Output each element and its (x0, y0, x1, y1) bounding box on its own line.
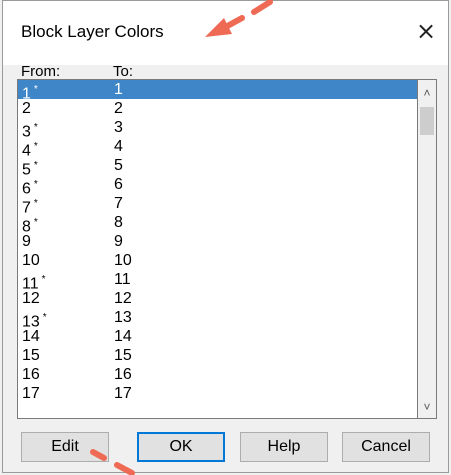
from-value: 12 (22, 289, 40, 308)
to-value: 2 (114, 100, 123, 117)
modified-marker: * (33, 198, 38, 209)
list-item[interactable]: 11 * 11 (18, 270, 417, 292)
modified-marker: * (33, 84, 38, 95)
from-number: 2 (22, 100, 31, 117)
from-column-header: From: (21, 63, 61, 80)
to-value: 5 (114, 157, 123, 174)
to-value: 11 (114, 271, 131, 288)
vertical-scrollbar[interactable]: ˄ ˅ (418, 79, 437, 419)
modified-marker: * (33, 141, 38, 152)
modified-marker: * (33, 122, 38, 133)
from-value: 14 (22, 327, 40, 346)
help-button[interactable]: Help (240, 432, 328, 462)
to-value: 1 (114, 81, 123, 98)
modified-marker: * (41, 274, 46, 285)
list-item[interactable]: 22 (18, 99, 417, 118)
to-value: 14 (114, 328, 132, 345)
list-item[interactable]: 8 * 8 (18, 213, 417, 235)
list-item[interactable]: 99 (18, 232, 417, 251)
close-icon[interactable]: × (412, 17, 440, 45)
list-item[interactable]: 6 * 6 (18, 175, 417, 197)
from-value: 15 (22, 346, 40, 365)
list-item[interactable]: 1 * 1 (18, 80, 417, 102)
from-value: 10 (22, 251, 40, 270)
layer-color-list[interactable]: 1 * 1 2 2 3 * 3 4 * 4 5 * 5 6 * 6 7 * 7 8 * 8 9 9 10 10 11 * 11 12 12 13… (17, 79, 418, 419)
to-value: 10 (114, 252, 132, 269)
from-number: 17 (22, 385, 40, 402)
list-item[interactable]: 15 15 (18, 346, 417, 365)
list-item[interactable]: 3 * 3 (18, 118, 417, 140)
modified-marker: * (33, 160, 38, 171)
to-value: 9 (114, 233, 123, 250)
to-value: 3 (114, 119, 123, 136)
list-item[interactable]: 5 * 5 (18, 156, 417, 178)
to-column-header: To: (113, 63, 134, 80)
list-item[interactable]: 13 * 13 (18, 308, 417, 330)
cancel-button[interactable]: Cancel (342, 432, 430, 462)
from-value: 2 (22, 99, 31, 118)
from-number: 9 (22, 233, 31, 250)
modified-marker: * (33, 217, 38, 228)
list-item[interactable]: 10 10 (18, 251, 417, 270)
list-item[interactable]: 4 * 4 (18, 137, 417, 159)
dialog-title: Block Layer Colors (21, 22, 164, 41)
scroll-down-icon[interactable]: ˅ (418, 398, 436, 416)
to-value: 12 (114, 290, 132, 307)
from-value: 16 (22, 365, 40, 384)
list-item[interactable]: 16 16 (18, 365, 417, 384)
from-number: 14 (22, 328, 40, 345)
from-number: 15 (22, 347, 40, 364)
scroll-up-icon[interactable]: ˄ (418, 84, 436, 102)
from-number: 10 (22, 252, 40, 269)
from-value: 9 (22, 232, 31, 251)
from-number: 12 (22, 290, 40, 307)
to-value: 7 (114, 195, 123, 212)
scroll-thumb[interactable] (420, 107, 434, 135)
ok-button[interactable]: OK (137, 432, 225, 462)
to-value: 8 (114, 214, 123, 231)
to-value: 4 (114, 138, 123, 155)
to-value: 16 (114, 366, 132, 383)
list-item[interactable]: 12 12 (18, 289, 417, 308)
list-item[interactable]: 14 14 (18, 327, 417, 346)
to-value: 6 (114, 176, 123, 193)
edit-button[interactable]: Edit (21, 432, 109, 462)
list-item[interactable]: 7 * 7 (18, 194, 417, 216)
to-value: 17 (114, 385, 132, 402)
modified-marker: * (33, 179, 38, 190)
to-value: 15 (114, 347, 132, 364)
from-value: 17 (22, 384, 40, 403)
title-bar: Block Layer Colors × (3, 1, 448, 65)
from-number: 16 (22, 366, 40, 383)
list-item[interactable]: 17 17 (18, 384, 417, 403)
modified-marker: * (42, 312, 47, 323)
to-value: 13 (114, 309, 132, 326)
